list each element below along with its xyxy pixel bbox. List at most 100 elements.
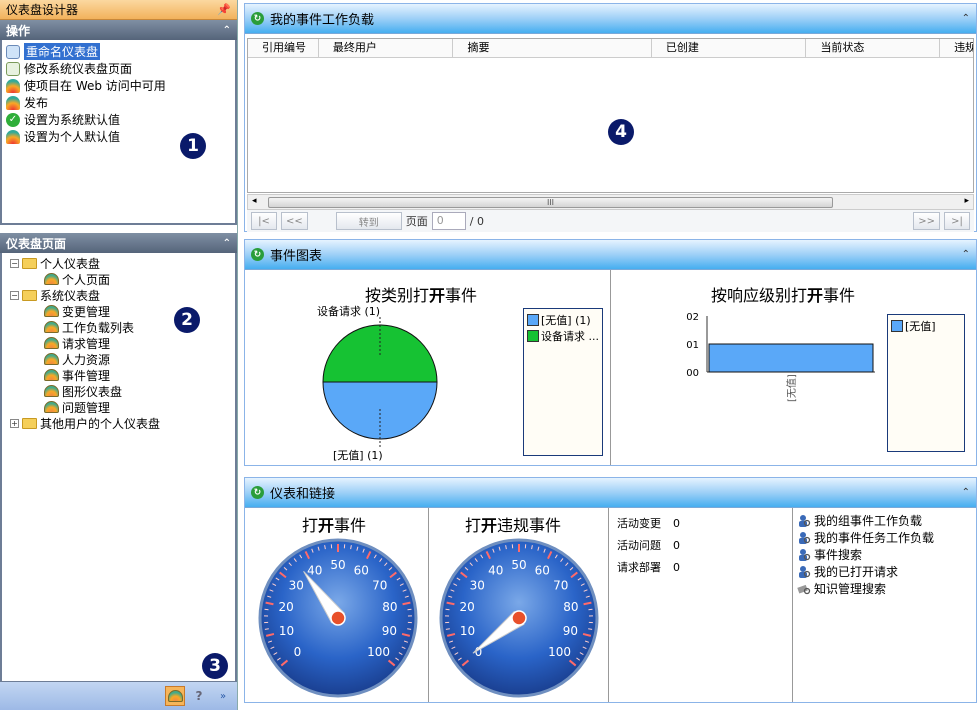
- dashboard-gauge-icon: [44, 385, 59, 397]
- collapse-icon[interactable]: ⌃: [962, 13, 970, 24]
- link-label: 我的已打开请求: [814, 565, 899, 579]
- help-button[interactable]: ?: [189, 686, 209, 706]
- legend-swatch: [527, 330, 539, 342]
- pie-legend: [无值] (1) 设备请求 ...: [523, 308, 603, 456]
- tree-node-personal-page[interactable]: 个人页面: [6, 271, 231, 287]
- bar-legend: [无值]: [887, 314, 965, 452]
- stat-row: 活动变更 0: [617, 512, 784, 534]
- tree-node-personal[interactable]: − 个人仪表盘: [6, 255, 231, 271]
- more-options-button[interactable]: »: [213, 686, 233, 706]
- dashboard-gauge-icon: [44, 273, 59, 285]
- workload-header[interactable]: ↻ 我的事件工作负载 ⌃: [245, 4, 976, 34]
- workload-grid: 引用编号 最终用户 摘要 已创建 当前状态 违规 4: [247, 38, 974, 193]
- scroll-thumb[interactable]: III: [268, 197, 833, 208]
- tree-node-others[interactable]: + 其他用户的个人仪表盘: [6, 415, 231, 431]
- link-incident-search[interactable]: 事件搜索: [797, 546, 972, 563]
- designer-bottom-toolbar: ? »: [0, 681, 237, 710]
- charts-header[interactable]: ↻ 事件图表 ⌃: [245, 240, 976, 270]
- tree-node-system-child[interactable]: 请求管理: [6, 335, 231, 351]
- tree-label: 事件管理: [62, 368, 111, 383]
- pie-slice-label: [无值] (1): [333, 449, 383, 462]
- page-number-input[interactable]: 0: [431, 212, 466, 230]
- scroll-left-icon[interactable]: ◂: [252, 196, 257, 206]
- collapse-icon[interactable]: ⌃: [962, 249, 970, 260]
- pager-bar: |< << 转到 页面 0 / 0 >> >|: [247, 210, 974, 232]
- collapse-toggle[interactable]: −: [10, 290, 19, 300]
- collapse-icon[interactable]: ⌃: [962, 487, 970, 498]
- op-modify-system-page[interactable]: 修改系统仪表盘页面: [6, 60, 231, 77]
- gauge-tick-label: 100: [548, 645, 571, 659]
- operations-header[interactable]: 操作 ⌃: [0, 20, 237, 40]
- callout-badge-4: 4: [608, 119, 634, 145]
- pie-slice-label: 设备请求 (1): [317, 304, 380, 318]
- op-label: 设置为个人默认值: [24, 130, 121, 144]
- goto-button[interactable]: 转到: [335, 212, 402, 230]
- refresh-icon[interactable]: ↻: [251, 486, 264, 499]
- column-header[interactable]: 违规: [940, 39, 973, 57]
- gauge-hub: [330, 610, 346, 626]
- link-group-workload[interactable]: 我的组事件工作负载: [797, 512, 972, 529]
- collapse-icon[interactable]: ⌃: [223, 25, 231, 36]
- workload-panel: ↻ 我的事件工作负载 ⌃ 引用编号 最终用户 摘要 已创建 当前状态 违规 4 …: [244, 3, 977, 232]
- links-cell: 我的组事件工作负载 我的事件任务工作负载 事件搜索 我的已打开请求 知识管理搜索: [793, 508, 976, 702]
- op-rename-dashboard[interactable]: 重命名仪表盘: [6, 43, 231, 60]
- pages-header[interactable]: 仪表盘页面 ⌃: [0, 233, 237, 253]
- chevron-double-down-icon: »: [219, 690, 227, 702]
- op-web-access[interactable]: 使项目在 Web 访问中可用: [6, 77, 231, 94]
- bar-y-tick-label: 01: [686, 340, 699, 351]
- tree-node-system-child[interactable]: 事件管理: [6, 367, 231, 383]
- column-header[interactable]: 最终用户: [319, 39, 454, 57]
- op-set-system-default[interactable]: ✓ 设置为系统默认值: [6, 111, 231, 128]
- column-header[interactable]: 引用编号: [248, 39, 319, 57]
- collapse-toggle[interactable]: −: [10, 258, 19, 268]
- first-page-button[interactable]: |<: [251, 212, 277, 230]
- checkmark-icon: ✓: [6, 112, 20, 127]
- gauge-tick-label: 100: [367, 645, 390, 659]
- folder-icon: [22, 289, 37, 301]
- scroll-right-icon[interactable]: ▸: [964, 196, 969, 206]
- link-task-workload[interactable]: 我的事件任务工作负载: [797, 529, 972, 546]
- link-label: 知识管理搜索: [814, 582, 887, 596]
- prev-page-button[interactable]: <<: [281, 212, 308, 230]
- gauges-row: 打开事件 0 10 20 30 40 50 60 70 80 90 100 打开违规事件 0 10 20…: [245, 508, 976, 702]
- person-search-icon: [797, 548, 811, 562]
- tree-node-system-child[interactable]: 问题管理: [6, 399, 231, 415]
- title-part: 违规事件: [497, 516, 562, 535]
- next-page-button[interactable]: >>: [913, 212, 940, 230]
- tree-label: 请求管理: [62, 336, 111, 351]
- op-label: 重命名仪表盘: [24, 43, 101, 60]
- expand-toggle[interactable]: +: [10, 418, 19, 428]
- collapse-icon[interactable]: ⌃: [223, 238, 231, 249]
- column-header[interactable]: 已创建: [652, 39, 807, 57]
- stat-value: 0: [673, 538, 680, 552]
- column-header[interactable]: 当前状态: [806, 39, 941, 57]
- column-header[interactable]: 摘要: [453, 39, 652, 57]
- gauges-header[interactable]: ↻ 仪表和链接 ⌃: [245, 478, 976, 508]
- dashboard-gauge-icon: [44, 337, 59, 349]
- tree-node-system-child[interactable]: 图形仪表盘: [6, 383, 231, 399]
- dashboard-gauge-icon: [167, 690, 183, 702]
- tree-label: 问题管理: [62, 400, 111, 415]
- dashboard-view-button[interactable]: [165, 686, 185, 706]
- publish-gauge-icon: [6, 95, 20, 110]
- stat-value: 0: [673, 516, 680, 530]
- tree-node-system[interactable]: − 系统仪表盘: [6, 287, 231, 303]
- dashboard-gauge-icon: [44, 353, 59, 365]
- tree-label: 图形仪表盘: [62, 384, 123, 399]
- link-open-requests[interactable]: 我的已打开请求: [797, 563, 972, 580]
- horizontal-scrollbar[interactable]: ◂ III ▸: [247, 194, 974, 210]
- last-page-button[interactable]: >|: [944, 212, 970, 230]
- page-total: / 0: [469, 214, 484, 228]
- title-part: 开: [481, 516, 498, 535]
- op-publish[interactable]: 发布: [6, 94, 231, 111]
- legend-swatch: [891, 320, 903, 332]
- stat-label: 活动变更: [617, 517, 661, 530]
- refresh-icon[interactable]: ↻: [251, 12, 264, 25]
- refresh-icon[interactable]: ↻: [251, 248, 264, 261]
- stats-cell: 活动变更 0 活动问题 0 请求部署 0: [609, 508, 793, 702]
- pin-icon[interactable]: 📌: [217, 3, 231, 16]
- link-knowledge-search[interactable]: 知识管理搜索: [797, 580, 972, 597]
- tree-node-system-child[interactable]: 人力资源: [6, 351, 231, 367]
- bar-x-tick-label: [无值]: [785, 374, 798, 402]
- dashboard-tree: − 个人仪表盘 个人页面 − 系统仪表盘 变更管理 工作负载列表 请求管理 人力…: [0, 253, 237, 681]
